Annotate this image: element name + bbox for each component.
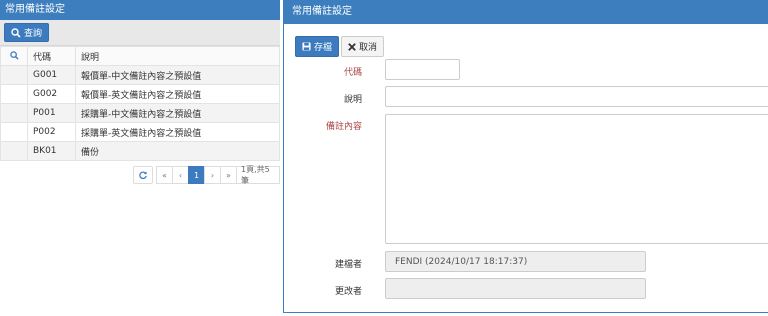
prev-page-button[interactable]: ‹ <box>172 166 189 184</box>
cancel-button[interactable]: 取消 <box>341 36 385 57</box>
cancel-button-label: 取消 <box>359 43 378 53</box>
row-selector-cell <box>0 122 28 142</box>
row-code: P002 <box>27 122 76 142</box>
desc-label: 說明 <box>343 95 362 105</box>
refresh-button[interactable] <box>133 166 153 184</box>
row-code: BK01 <box>27 141 76 161</box>
column-header-code[interactable]: 代碼 <box>27 46 76 66</box>
row-selector-cell <box>0 84 28 104</box>
modifier-label: 更改者 <box>334 287 362 297</box>
records-table: 代碼 說明 G001 報價單-中文備註內容之預設值 G002 報價單-英文備註內… <box>0 46 280 161</box>
floppy-disk-icon <box>302 42 311 51</box>
table-row[interactable]: G002 報價單-英文備註內容之預設值 <box>0 84 280 104</box>
refresh-icon <box>139 171 147 180</box>
pagination: « ‹ 1 › » 1頁,共5筆 <box>133 165 280 185</box>
code-label: 代碼 <box>343 68 362 78</box>
modifier-field <box>385 278 646 299</box>
creator-field: FENDI (2024/10/17 18:17:37) <box>385 251 646 272</box>
list-panel: 常用備註設定 查詢 代碼 說明 G001 報價單-中文備註內容之預設值 G002… <box>0 0 280 316</box>
query-button-label: 查詢 <box>24 29 43 39</box>
row-desc: 採購單-中文備註內容之預設值 <box>75 103 280 123</box>
row-desc: 備份 <box>75 141 280 161</box>
table-row[interactable]: P001 採購單-中文備註內容之預設值 <box>0 103 280 123</box>
save-button[interactable]: 存檔 <box>295 36 340 57</box>
creator-label: 建檔者 <box>334 260 362 270</box>
column-header-desc[interactable]: 說明 <box>75 46 280 66</box>
table-header-row: 代碼 說明 <box>0 46 280 66</box>
desc-input[interactable] <box>385 86 768 107</box>
row-selector-cell <box>0 103 28 123</box>
row-code: G002 <box>27 84 76 104</box>
list-toolbar: 查詢 <box>0 20 280 46</box>
table-row[interactable]: BK01 備份 <box>0 141 280 161</box>
page-number-button[interactable]: 1 <box>188 166 205 184</box>
query-button[interactable]: 查詢 <box>4 23 50 42</box>
list-panel-title: 常用備註設定 <box>0 0 280 20</box>
edit-panel-title: 常用備註設定 <box>284 0 768 24</box>
content-textarea[interactable] <box>385 114 768 244</box>
content-label: 備註內容 <box>325 122 362 132</box>
last-page-button[interactable]: » <box>220 166 237 184</box>
search-icon <box>9 51 19 60</box>
search-icon <box>11 27 21 38</box>
row-code: P001 <box>27 103 76 123</box>
close-icon <box>348 42 356 51</box>
page-info: 1頁,共5筆 <box>236 165 280 185</box>
row-selector-cell <box>0 141 28 161</box>
table-row[interactable]: G001 報價單-中文備註內容之預設值 <box>0 65 280 85</box>
save-button-label: 存檔 <box>314 43 333 53</box>
row-selector-cell <box>0 65 28 85</box>
row-code: G001 <box>27 65 76 85</box>
code-input[interactable] <box>385 59 460 80</box>
row-desc: 報價單-英文備註內容之預設值 <box>75 84 280 104</box>
row-desc: 報價單-中文備註內容之預設值 <box>75 65 280 85</box>
row-desc: 採購單-英文備註內容之預設值 <box>75 122 280 142</box>
table-row[interactable]: P002 採購單-英文備註內容之預設值 <box>0 122 280 142</box>
column-search-toggle[interactable] <box>0 46 28 66</box>
next-page-button[interactable]: › <box>204 166 221 184</box>
edit-panel: 常用備註設定 存檔 取消 代碼 說明 備註內容 建檔者 FENDI (2024/… <box>283 0 768 313</box>
first-page-button[interactable]: « <box>156 166 173 184</box>
